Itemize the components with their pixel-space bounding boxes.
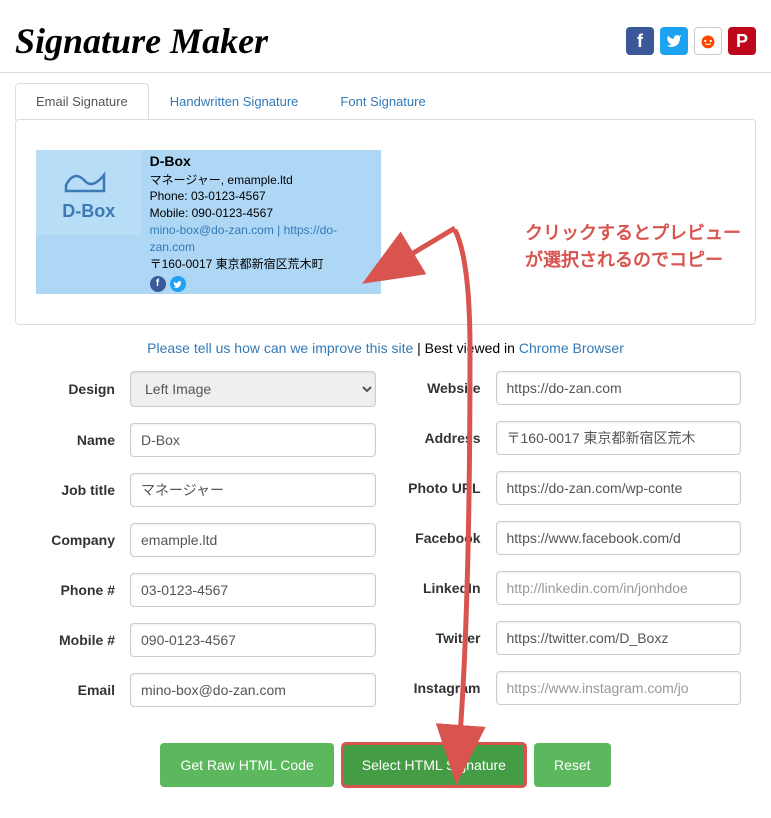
form-left-col: DesignLeft Image Name Job title Company … bbox=[30, 371, 376, 723]
twitter-icon[interactable] bbox=[660, 27, 688, 55]
chrome-link[interactable]: Chrome Browser bbox=[519, 340, 624, 356]
address-input[interactable] bbox=[496, 421, 742, 455]
sig-name: D-Box bbox=[150, 152, 373, 172]
tab-font-signature[interactable]: Font Signature bbox=[319, 83, 446, 120]
header: Signature Maker f P bbox=[0, 0, 771, 73]
company-input[interactable] bbox=[130, 523, 376, 557]
facebook-icon[interactable]: f bbox=[626, 27, 654, 55]
reset-button[interactable]: Reset bbox=[534, 743, 611, 787]
design-select[interactable]: Left Image bbox=[130, 371, 376, 407]
label-company: Company bbox=[30, 532, 130, 548]
tab-email-signature[interactable]: Email Signature bbox=[15, 83, 149, 120]
sig-links: mino-box@do-zan.com | https://do-zan.com bbox=[150, 222, 373, 256]
improve-link[interactable]: Please tell us how can we improve this s… bbox=[147, 340, 413, 356]
twitter-input[interactable] bbox=[496, 621, 742, 655]
sig-social: f bbox=[150, 276, 373, 292]
annotation-text: クリックするとプレビュー が選択されるのでコピー bbox=[525, 220, 741, 274]
form-right-col: Website Address Photo URL Facebook Linke… bbox=[396, 371, 742, 723]
sig-phone: Phone: 03-0123-4567 bbox=[150, 188, 373, 205]
social-icons: f P bbox=[626, 27, 756, 55]
signature-preview[interactable]: D-Box D-Box マネージャー, emample.ltd Phone: 0… bbox=[36, 150, 381, 294]
photourl-input[interactable] bbox=[496, 471, 742, 505]
name-input[interactable] bbox=[130, 423, 376, 457]
logo: Signature Maker bbox=[15, 20, 268, 62]
label-mobile: Mobile # bbox=[30, 632, 130, 648]
sig-tw-icon[interactable] bbox=[170, 276, 186, 292]
label-website: Website bbox=[396, 380, 496, 396]
label-design: Design bbox=[30, 381, 130, 397]
button-row: Get Raw HTML Code Select HTML Signature … bbox=[0, 723, 771, 807]
mobile-input[interactable] bbox=[130, 623, 376, 657]
label-email: Email bbox=[30, 682, 130, 698]
sig-address: 〒160-0017 東京都新宿区荒木町 bbox=[150, 256, 373, 273]
select-html-signature-button[interactable]: Select HTML Signature bbox=[342, 743, 526, 787]
sig-mobile: Mobile: 090-0123-4567 bbox=[150, 205, 373, 222]
signature-image: D-Box bbox=[36, 150, 142, 235]
label-phone: Phone # bbox=[30, 582, 130, 598]
website-input[interactable] bbox=[496, 371, 742, 405]
email-input[interactable] bbox=[130, 673, 376, 707]
phone-input[interactable] bbox=[130, 573, 376, 607]
sig-role: マネージャー, emample.ltd bbox=[150, 172, 373, 189]
reddit-icon[interactable] bbox=[694, 27, 722, 55]
label-address: Address bbox=[396, 430, 496, 446]
tabs: Email Signature Handwritten Signature Fo… bbox=[0, 83, 771, 120]
sig-fb-icon[interactable]: f bbox=[150, 276, 166, 292]
facebook-input[interactable] bbox=[496, 521, 742, 555]
label-linkedin: LinkedIn bbox=[396, 580, 496, 596]
label-instagram: Instagram bbox=[396, 680, 496, 696]
label-twitter: Twitter bbox=[396, 630, 496, 646]
improve-text: Please tell us how can we improve this s… bbox=[0, 340, 771, 356]
label-jobtitle: Job title bbox=[30, 482, 130, 498]
linkedin-input[interactable] bbox=[496, 571, 742, 605]
form: DesignLeft Image Name Job title Company … bbox=[0, 371, 771, 723]
label-photourl: Photo URL bbox=[396, 480, 496, 496]
label-name: Name bbox=[30, 432, 130, 448]
get-raw-html-button[interactable]: Get Raw HTML Code bbox=[160, 743, 333, 787]
instagram-input[interactable] bbox=[496, 671, 742, 705]
tab-handwritten-signature[interactable]: Handwritten Signature bbox=[149, 83, 320, 120]
jobtitle-input[interactable] bbox=[130, 473, 376, 507]
label-facebook: Facebook bbox=[396, 530, 496, 546]
signature-details: D-Box マネージャー, emample.ltd Phone: 03-0123… bbox=[142, 150, 381, 294]
pinterest-icon[interactable]: P bbox=[728, 27, 756, 55]
